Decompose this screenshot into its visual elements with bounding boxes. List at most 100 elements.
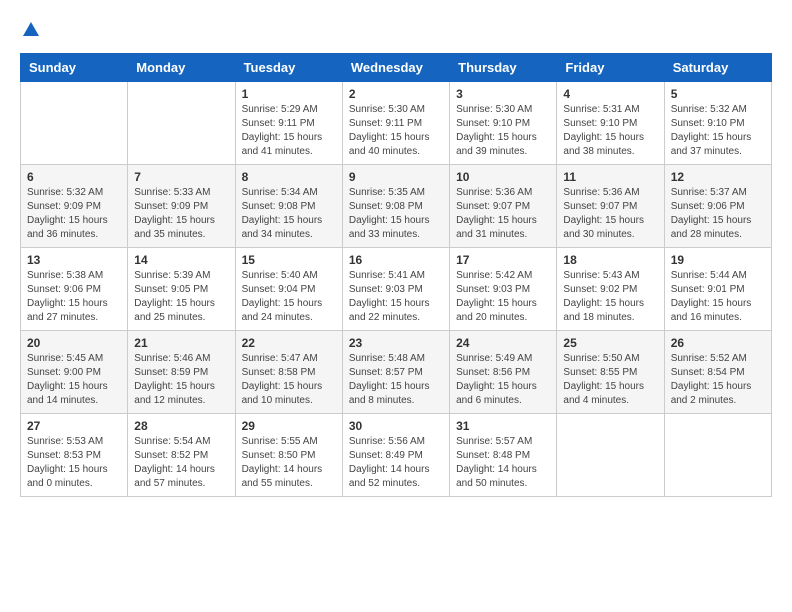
day-number: 18: [563, 253, 657, 267]
day-number: 21: [134, 336, 228, 350]
day-cell: [557, 414, 664, 497]
day-number: 11: [563, 170, 657, 184]
day-info: Sunrise: 5:36 AM Sunset: 9:07 PM Dayligh…: [456, 186, 550, 242]
weekday-header-row: SundayMondayTuesdayWednesdayThursdayFrid…: [21, 54, 772, 82]
day-cell: 13 Sunrise: 5:38 AM Sunset: 9:06 PM Dayli…: [21, 248, 128, 331]
weekday-friday: Friday: [557, 54, 664, 82]
day-number: 6: [27, 170, 121, 184]
day-cell: 14 Sunrise: 5:39 AM Sunset: 9:05 PM Dayli…: [128, 248, 235, 331]
day-cell: 27 Sunrise: 5:53 AM Sunset: 8:53 PM Dayli…: [21, 414, 128, 497]
day-number: 1: [242, 87, 336, 101]
day-info: Sunrise: 5:37 AM Sunset: 9:06 PM Dayligh…: [671, 186, 765, 242]
day-cell: 1 Sunrise: 5:29 AM Sunset: 9:11 PM Daylig…: [235, 82, 342, 165]
day-number: 19: [671, 253, 765, 267]
week-row-4: 20Sunrise: 5:45 AM Sunset: 9:00 PM Dayli…: [21, 331, 772, 414]
day-info: Sunrise: 5:32 AM Sunset: 9:10 PM Dayligh…: [671, 103, 765, 159]
weekday-monday: Monday: [128, 54, 235, 82]
day-cell: 4Sunrise: 5:31 AM Sunset: 9:10 PM Daylig…: [557, 82, 664, 165]
day-info: Sunrise: 5:40 AM Sunset: 9:04 PM Dayligh…: [242, 269, 336, 325]
day-number: 17: [456, 253, 550, 267]
day-info: Sunrise: 5:44 AM Sunset: 9:01 PM Dayligh…: [671, 269, 765, 325]
day-cell: 22 Sunrise: 5:47 AM Sunset: 8:58 PM Dayli…: [235, 331, 342, 414]
day-cell: 19 Sunrise: 5:44 AM Sunset: 9:01 PM Dayli…: [664, 248, 771, 331]
day-info: Sunrise: 5:55 AM Sunset: 8:50 PM Dayligh…: [242, 435, 336, 491]
week-row-5: 27 Sunrise: 5:53 AM Sunset: 8:53 PM Dayli…: [21, 414, 772, 497]
day-number: 12: [671, 170, 765, 184]
day-info: Sunrise: 5:50 AM Sunset: 8:55 PM Dayligh…: [563, 352, 657, 408]
weekday-thursday: Thursday: [450, 54, 557, 82]
day-info: Sunrise: 5:48 AM Sunset: 8:57 PM Dayligh…: [349, 352, 443, 408]
day-cell: [664, 414, 771, 497]
day-number: 30: [349, 419, 443, 433]
day-cell: 29 Sunrise: 5:55 AM Sunset: 8:50 PM Dayli…: [235, 414, 342, 497]
day-cell: 24 Sunrise: 5:49 AM Sunset: 8:56 PM Dayli…: [450, 331, 557, 414]
day-cell: 9 Sunrise: 5:35 AM Sunset: 9:08 PM Daylig…: [342, 165, 449, 248]
day-cell: 21 Sunrise: 5:46 AM Sunset: 8:59 PM Dayli…: [128, 331, 235, 414]
weekday-wednesday: Wednesday: [342, 54, 449, 82]
day-cell: 10 Sunrise: 5:36 AM Sunset: 9:07 PM Dayli…: [450, 165, 557, 248]
week-row-1: 1 Sunrise: 5:29 AM Sunset: 9:11 PM Daylig…: [21, 82, 772, 165]
day-info: Sunrise: 5:56 AM Sunset: 8:49 PM Dayligh…: [349, 435, 443, 491]
day-cell: 28 Sunrise: 5:54 AM Sunset: 8:52 PM Dayli…: [128, 414, 235, 497]
day-info: Sunrise: 5:49 AM Sunset: 8:56 PM Dayligh…: [456, 352, 550, 408]
day-cell: 2 Sunrise: 5:30 AM Sunset: 9:11 PM Daylig…: [342, 82, 449, 165]
day-number: 23: [349, 336, 443, 350]
day-number: 10: [456, 170, 550, 184]
day-number: 28: [134, 419, 228, 433]
day-info: Sunrise: 5:36 AM Sunset: 9:07 PM Dayligh…: [563, 186, 657, 242]
day-cell: 30 Sunrise: 5:56 AM Sunset: 8:49 PM Dayli…: [342, 414, 449, 497]
day-info: Sunrise: 5:41 AM Sunset: 9:03 PM Dayligh…: [349, 269, 443, 325]
week-row-2: 6Sunrise: 5:32 AM Sunset: 9:09 PM Daylig…: [21, 165, 772, 248]
day-info: Sunrise: 5:46 AM Sunset: 8:59 PM Dayligh…: [134, 352, 228, 408]
day-info: Sunrise: 5:30 AM Sunset: 9:11 PM Dayligh…: [349, 103, 443, 159]
day-cell: 7 Sunrise: 5:33 AM Sunset: 9:09 PM Daylig…: [128, 165, 235, 248]
day-info: Sunrise: 5:34 AM Sunset: 9:08 PM Dayligh…: [242, 186, 336, 242]
day-info: Sunrise: 5:35 AM Sunset: 9:08 PM Dayligh…: [349, 186, 443, 242]
day-number: 3: [456, 87, 550, 101]
day-info: Sunrise: 5:29 AM Sunset: 9:11 PM Dayligh…: [242, 103, 336, 159]
day-info: Sunrise: 5:52 AM Sunset: 8:54 PM Dayligh…: [671, 352, 765, 408]
day-info: Sunrise: 5:47 AM Sunset: 8:58 PM Dayligh…: [242, 352, 336, 408]
day-cell: 15Sunrise: 5:40 AM Sunset: 9:04 PM Dayli…: [235, 248, 342, 331]
day-number: 20: [27, 336, 121, 350]
day-cell: 17 Sunrise: 5:42 AM Sunset: 9:03 PM Dayli…: [450, 248, 557, 331]
day-info: Sunrise: 5:57 AM Sunset: 8:48 PM Dayligh…: [456, 435, 550, 491]
day-number: 27: [27, 419, 121, 433]
day-cell: 20Sunrise: 5:45 AM Sunset: 9:00 PM Dayli…: [21, 331, 128, 414]
day-number: 31: [456, 419, 550, 433]
logo-icon: [22, 20, 40, 38]
logo: [20, 20, 40, 43]
day-cell: 8Sunrise: 5:34 AM Sunset: 9:08 PM Daylig…: [235, 165, 342, 248]
day-number: 13: [27, 253, 121, 267]
day-info: Sunrise: 5:38 AM Sunset: 9:06 PM Dayligh…: [27, 269, 121, 325]
week-row-3: 13 Sunrise: 5:38 AM Sunset: 9:06 PM Dayli…: [21, 248, 772, 331]
day-number: 14: [134, 253, 228, 267]
weekday-tuesday: Tuesday: [235, 54, 342, 82]
calendar: SundayMondayTuesdayWednesdayThursdayFrid…: [20, 53, 772, 497]
day-number: 16: [349, 253, 443, 267]
day-cell: 23 Sunrise: 5:48 AM Sunset: 8:57 PM Dayli…: [342, 331, 449, 414]
day-info: Sunrise: 5:54 AM Sunset: 8:52 PM Dayligh…: [134, 435, 228, 491]
day-info: Sunrise: 5:39 AM Sunset: 9:05 PM Dayligh…: [134, 269, 228, 325]
day-cell: 25Sunrise: 5:50 AM Sunset: 8:55 PM Dayli…: [557, 331, 664, 414]
day-number: 22: [242, 336, 336, 350]
day-info: Sunrise: 5:42 AM Sunset: 9:03 PM Dayligh…: [456, 269, 550, 325]
header: [20, 20, 772, 43]
day-info: Sunrise: 5:43 AM Sunset: 9:02 PM Dayligh…: [563, 269, 657, 325]
day-info: Sunrise: 5:53 AM Sunset: 8:53 PM Dayligh…: [27, 435, 121, 491]
day-cell: 26Sunrise: 5:52 AM Sunset: 8:54 PM Dayli…: [664, 331, 771, 414]
day-number: 2: [349, 87, 443, 101]
day-cell: [128, 82, 235, 165]
day-number: 9: [349, 170, 443, 184]
day-cell: 31 Sunrise: 5:57 AM Sunset: 8:48 PM Dayli…: [450, 414, 557, 497]
weekday-saturday: Saturday: [664, 54, 771, 82]
day-cell: 11 Sunrise: 5:36 AM Sunset: 9:07 PM Dayli…: [557, 165, 664, 248]
day-info: Sunrise: 5:33 AM Sunset: 9:09 PM Dayligh…: [134, 186, 228, 242]
day-cell: 6Sunrise: 5:32 AM Sunset: 9:09 PM Daylig…: [21, 165, 128, 248]
day-number: 29: [242, 419, 336, 433]
day-number: 5: [671, 87, 765, 101]
day-number: 24: [456, 336, 550, 350]
day-cell: 18 Sunrise: 5:43 AM Sunset: 9:02 PM Dayli…: [557, 248, 664, 331]
day-info: Sunrise: 5:31 AM Sunset: 9:10 PM Dayligh…: [563, 103, 657, 159]
day-number: 7: [134, 170, 228, 184]
